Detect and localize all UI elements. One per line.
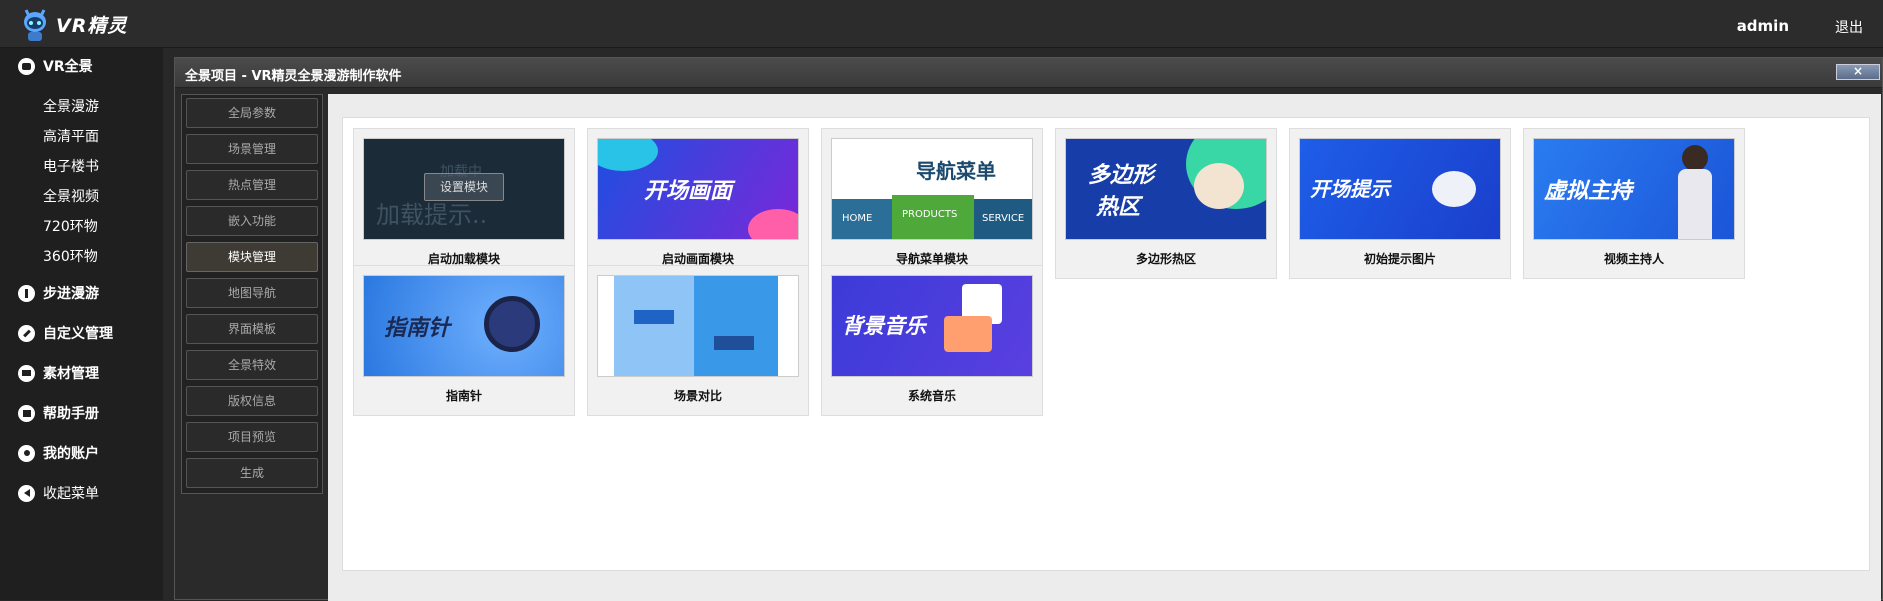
sidebar-group-assets[interactable]: 素材管理	[18, 363, 99, 383]
project-window: 全景项目 - VR精灵全景漫游制作软件 × 全局参数 场景管理 热点管理 嵌入功…	[174, 57, 1883, 601]
arrow-right-icon	[634, 310, 674, 324]
sidebar-group-label: 收起菜单	[43, 486, 99, 502]
user-name[interactable]: admin	[1737, 17, 1789, 35]
logo-text: VR精灵	[56, 14, 128, 37]
collapse-icon	[18, 484, 35, 502]
menu-global-params[interactable]: 全局参数	[186, 98, 318, 128]
module-tile-polygon[interactable]: 多边形 热区 多边形热区	[1055, 128, 1277, 279]
menu-copyright[interactable]: 版权信息	[186, 386, 318, 416]
sidebar-collapse[interactable]: 收起菜单	[18, 483, 99, 503]
sidebar-item-hd-plane[interactable]: 高清平面	[43, 126, 99, 146]
polygon-title-2: 热区	[1096, 195, 1141, 220]
module-tile-tip-image[interactable]: 开场提示 初始提示图片	[1289, 128, 1511, 279]
compass-thumbnail: 指南针	[363, 275, 565, 377]
sidebar: VR全景 全景漫游 高清平面 电子楼书 全景视频 720环物 360环物 步进漫…	[0, 48, 163, 600]
camera-icon	[18, 57, 35, 75]
sidebar-group-account[interactable]: 我的账户	[18, 443, 99, 463]
sidebar-item-panorama-tour[interactable]: 全景漫游	[43, 96, 99, 116]
user-icon	[18, 444, 35, 462]
module-tile-navmenu[interactable]: 导航菜单 HOME PRODUCTS SERVICE 导航菜单模块	[821, 128, 1043, 279]
menu-ui-template[interactable]: 界面模板	[186, 314, 318, 344]
polygon-title-1: 多边形	[1088, 163, 1155, 188]
sidebar-item-ebook[interactable]: 电子楼书	[43, 156, 99, 176]
menu-generate[interactable]: 生成	[186, 458, 318, 488]
polygon-thumbnail: 多边形 热区	[1065, 138, 1267, 240]
sidebar-item-panorama-video[interactable]: 全景视频	[43, 186, 99, 206]
sidebar-group-label: 帮助手册	[43, 406, 99, 422]
sidebar-group-label: 自定义管理	[43, 326, 113, 342]
walk-icon	[18, 284, 35, 302]
robot-logo-icon	[18, 4, 52, 44]
edit-icon	[18, 324, 35, 342]
menu-embed[interactable]: 嵌入功能	[186, 206, 318, 236]
compass-title: 指南针	[384, 316, 451, 341]
video-host-thumbnail: 虚拟主持	[1533, 138, 1735, 240]
sidebar-group-label: 我的账户	[43, 446, 99, 462]
navmenu-thumbnail: 导航菜单 HOME PRODUCTS SERVICE	[831, 138, 1033, 240]
module-grid: 加载提示.. 加载中 设置模块 启动加载模块 开场画面 启动画面模块 导航菜单	[342, 117, 1870, 571]
sidebar-group-label: VR全景	[43, 59, 93, 75]
module-tile-video-host[interactable]: 虚拟主持 视频主持人	[1523, 128, 1745, 279]
module-tile-splash[interactable]: 开场画面 启动画面模块	[587, 128, 809, 279]
module-tile-compass[interactable]: 指南针 指南针	[353, 265, 575, 416]
sidebar-item-720-object[interactable]: 720环物	[43, 216, 98, 236]
music-thumbnail: 背景音乐	[831, 275, 1033, 377]
top-bar: VR精灵 admin 退出	[0, 0, 1883, 48]
module-label: 多边形热区	[1135, 252, 1196, 266]
compare-thumbnail	[597, 275, 799, 377]
video-host-title: 虚拟主持	[1544, 179, 1633, 204]
loading-thumbnail: 加载提示.. 加载中 设置模块	[363, 138, 565, 240]
sidebar-group-custom[interactable]: 自定义管理	[18, 323, 113, 343]
menu-hotspot-manage[interactable]: 热点管理	[186, 170, 318, 200]
module-label: 系统音乐	[907, 389, 956, 403]
set-module-button[interactable]: 设置模块	[424, 173, 504, 201]
palette-icon	[1194, 163, 1244, 209]
content-area: 加载提示.. 加载中 设置模块 启动加载模块 开场画面 启动画面模块 导航菜单	[328, 94, 1881, 601]
logo[interactable]: VR精灵	[18, 4, 127, 44]
window-title: 全景项目 - VR精灵全景漫游制作软件	[185, 69, 402, 84]
sidebar-group-walk[interactable]: 步进漫游	[18, 283, 99, 303]
menu-preview[interactable]: 项目预览	[186, 422, 318, 452]
module-tile-scene-compare[interactable]: 场景对比	[587, 265, 809, 416]
book-icon	[18, 404, 35, 422]
module-tile-music[interactable]: 背景音乐 系统音乐	[821, 265, 1043, 416]
folder-icon	[18, 364, 35, 382]
window-title-bar: 全景项目 - VR精灵全景漫游制作软件 ×	[175, 58, 1882, 88]
module-label: 指南针	[445, 389, 482, 403]
module-label: 场景对比	[673, 389, 722, 403]
tip-title: 开场提示	[1310, 177, 1390, 201]
splash-title: 开场画面	[644, 179, 733, 204]
host-avatar-icon	[1682, 145, 1708, 171]
sidebar-group-label: 步进漫游	[43, 286, 99, 302]
nav-tab-service: SERVICE	[974, 199, 1032, 239]
nav-tab-products: PRODUCTS	[892, 195, 974, 239]
logout-link[interactable]: 退出	[1835, 17, 1863, 37]
menu-map-nav[interactable]: 地图导航	[186, 278, 318, 308]
compass-icon	[484, 296, 540, 352]
splash-thumbnail: 开场画面	[597, 138, 799, 240]
navmenu-title: 导航菜单	[916, 159, 996, 183]
nav-tab-home: HOME	[832, 199, 892, 239]
module-label: 初始提示图片	[1363, 252, 1436, 266]
menu-module-manage[interactable]: 模块管理	[186, 242, 318, 272]
module-label: 视频主持人	[1603, 252, 1664, 266]
sidebar-group-vr[interactable]: VR全景	[18, 56, 93, 76]
close-button[interactable]: ×	[1836, 64, 1880, 80]
play-video-icon	[944, 316, 992, 352]
sidebar-group-help[interactable]: 帮助手册	[18, 403, 99, 423]
menu-effects[interactable]: 全景特效	[186, 350, 318, 380]
music-title: 背景音乐	[842, 314, 926, 338]
module-menu: 全局参数 场景管理 热点管理 嵌入功能 模块管理 地图导航 界面模板 全景特效 …	[181, 94, 323, 494]
module-tile-loading[interactable]: 加载提示.. 加载中 设置模块 启动加载模块	[353, 128, 575, 279]
arrow-left-icon	[714, 336, 754, 350]
mouse-icon	[1432, 171, 1476, 207]
sidebar-item-360-object[interactable]: 360环物	[43, 246, 98, 266]
tip-thumbnail: 开场提示	[1299, 138, 1501, 240]
sidebar-group-label: 素材管理	[43, 366, 99, 382]
menu-scene-manage[interactable]: 场景管理	[186, 134, 318, 164]
